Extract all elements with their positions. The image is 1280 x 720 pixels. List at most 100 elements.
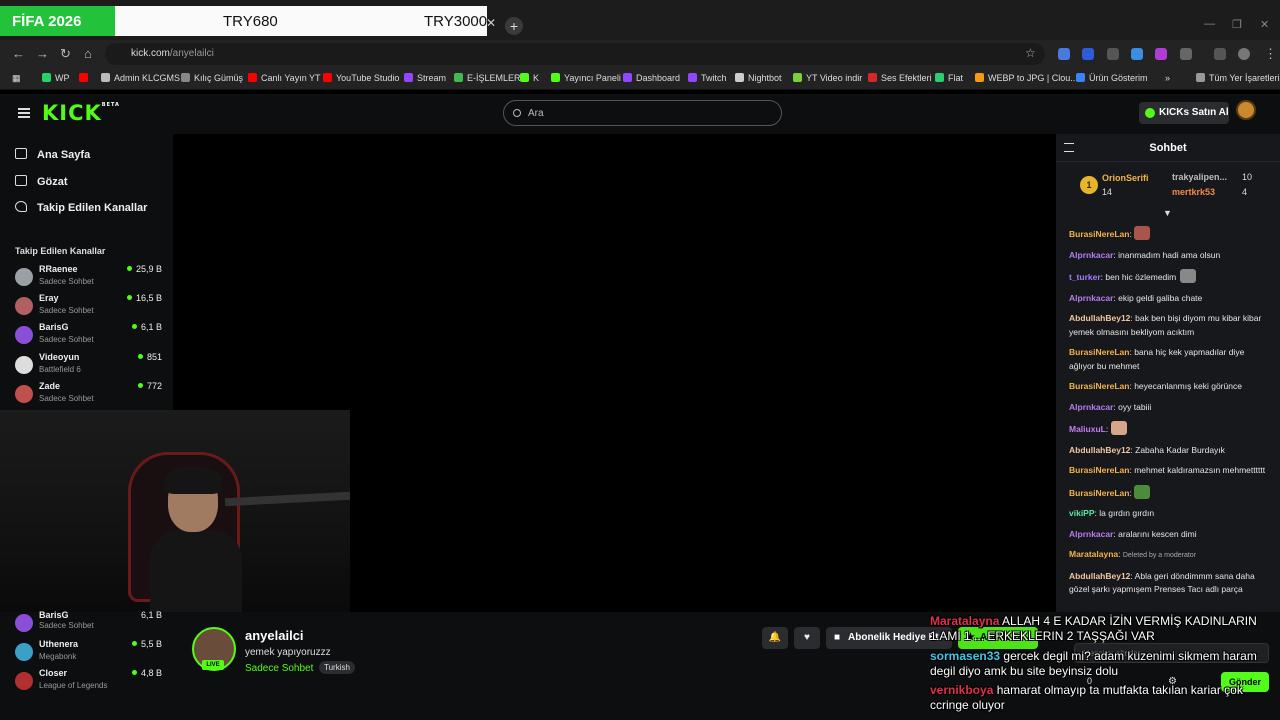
chat-username[interactable]: BurasiNereLan xyxy=(1069,347,1129,357)
bookmark-item[interactable]: Canlı Yayın YT xyxy=(248,73,321,83)
bookmark-item[interactable]: E-İŞLEMLER xyxy=(454,73,521,83)
profile-icon[interactable] xyxy=(1238,48,1250,60)
bookmark-item[interactable]: WP xyxy=(42,73,70,83)
followed-channel[interactable]: BarisG Sadece Sohbet 6,1 B xyxy=(15,322,165,350)
followed-channel[interactable]: BarisG Sadece Sohbet 6,1 B xyxy=(15,610,165,638)
bookmark-item[interactable]: YouTube Studio xyxy=(323,73,399,83)
chat-username[interactable]: AbdullahBey12 xyxy=(1069,571,1130,581)
extension-icon[interactable] xyxy=(1107,48,1119,60)
language-tag[interactable]: Turkish xyxy=(319,661,355,674)
apps-grid-icon[interactable]: ▦ xyxy=(12,73,21,84)
gift-leaderboard: 1 OrionSerifi 14 trakyalipen... 10 mertk… xyxy=(1056,164,1280,208)
notification-bell-icon[interactable]: 🔔 xyxy=(762,627,788,649)
avatar xyxy=(15,326,33,344)
chat-username[interactable]: Alprnkacar xyxy=(1069,402,1113,412)
extension-icon[interactable] xyxy=(1082,48,1094,60)
bookmark-item[interactable]: Admin KLCGMS xyxy=(101,73,180,83)
bookmark-item[interactable]: Ürün Gösterim xyxy=(1076,73,1148,83)
extensions-puzzle-icon[interactable] xyxy=(1180,48,1192,60)
bookmark-item[interactable]: Ses Efektleri xyxy=(868,73,932,83)
followed-channel[interactable]: Closer League of Legends 4,8 B xyxy=(15,668,165,696)
chat-username[interactable]: AbdullahBey12 xyxy=(1069,313,1130,323)
chat-username[interactable]: t_turker xyxy=(1069,272,1101,282)
viewer-count: 772 xyxy=(137,381,162,391)
bookmark-item[interactable]: Stream xyxy=(404,73,446,83)
minimize-icon[interactable]: — xyxy=(1204,18,1215,30)
browser-menu-icon[interactable]: ⋮ xyxy=(1264,46,1277,62)
leader-count: 14 xyxy=(1102,187,1113,197)
hamburger-menu-icon[interactable] xyxy=(18,108,30,118)
chat-username[interactable]: Alprnkacar xyxy=(1069,293,1113,303)
back-icon[interactable]: ← xyxy=(12,46,25,61)
translate-extension-icon[interactable] xyxy=(1058,48,1070,60)
chat-message: vikiPP: la gırdın gırdın xyxy=(1069,508,1155,518)
streamer-name[interactable]: anyelailci xyxy=(245,628,304,643)
chat-username[interactable]: AbdullahBey12 xyxy=(1069,445,1130,455)
nav-following[interactable]: Takip Edilen Kanallar xyxy=(15,201,147,214)
bookmark-item[interactable]: Yayıncı Paneli xyxy=(551,73,621,83)
followed-channel[interactable]: Videoyun Battlefield 6 851 xyxy=(15,352,165,380)
bookmark-item[interactable]: Nightbot xyxy=(735,73,782,83)
maximize-icon[interactable]: ❐ xyxy=(1232,18,1242,31)
download-icon[interactable] xyxy=(1131,48,1143,60)
bookmark-item[interactable]: Flat xyxy=(935,73,963,83)
stream-category[interactable]: Sadece Sohbet xyxy=(245,663,313,674)
chat-username[interactable]: BurasiNereLan xyxy=(1069,465,1129,475)
kick-logo[interactable]: KICKBETA xyxy=(42,101,120,125)
channel-category: Sadece Sohbet xyxy=(39,394,94,403)
nav-home[interactable]: Ana Sayfa xyxy=(15,148,90,161)
bookmark-item[interactable] xyxy=(79,73,92,83)
user-avatar[interactable] xyxy=(1236,100,1256,120)
stream-title: yemek yapıyoruzzz xyxy=(245,647,331,658)
channel-category: Sadece Sohbet xyxy=(39,277,94,286)
reload-icon[interactable]: ↻ xyxy=(60,46,71,62)
followed-channel[interactable]: Uthenera Megabonk 5,5 B xyxy=(15,639,165,667)
chat-username[interactable]: Alprnkacar xyxy=(1069,529,1113,539)
bookmark-star-icon[interactable]: ☆ xyxy=(1025,46,1036,60)
chat-username[interactable]: BurasiNereLan xyxy=(1069,488,1129,498)
media-icon[interactable] xyxy=(1214,48,1226,60)
channel-name: Closer xyxy=(39,668,68,678)
chat-username[interactable]: vikiPP xyxy=(1069,508,1095,518)
chat-username[interactable]: Maratalayna xyxy=(1069,549,1118,559)
buy-kicks-button[interactable]: KICKs Satın Al xyxy=(1139,102,1229,124)
new-tab-button[interactable]: + xyxy=(505,17,523,35)
emote-icon xyxy=(1134,484,1151,499)
bookmark-item[interactable]: Kılıç Gümüş xyxy=(181,73,243,83)
bookmark-item[interactable]: K xyxy=(520,73,539,83)
chat-username[interactable]: BurasiNereLan xyxy=(1069,229,1129,239)
close-tab-icon[interactable]: ✕ xyxy=(486,16,496,30)
leader-name[interactable]: trakyalipen... xyxy=(1172,172,1227,182)
nav-browse[interactable]: Gözat xyxy=(15,175,68,188)
extension-icon[interactable] xyxy=(1155,48,1167,60)
expand-leaderboard-icon[interactable]: ▼ xyxy=(1163,208,1172,218)
banner-price-right: TRY3000 xyxy=(424,13,488,30)
leader-name[interactable]: mertkrk53 xyxy=(1172,187,1215,197)
chat-settings-icon[interactable]: ⚙ xyxy=(1168,676,1177,687)
followed-channel[interactable]: RRaenee Sadece Sohbet 25,9 B xyxy=(15,264,165,292)
bookmark-item[interactable]: Dashboard xyxy=(623,73,680,83)
viewer-count: 4,8 B xyxy=(131,668,162,678)
chat-username[interactable]: BurasiNereLan xyxy=(1069,381,1129,391)
chat-message: Alprnkacar: aralarını kescen dimi xyxy=(1069,528,1197,539)
bookmark-item[interactable]: Twitch xyxy=(688,73,727,83)
followed-channel[interactable]: Eray Sadece Sohbet 16,5 B xyxy=(15,293,165,321)
forward-icon[interactable]: → xyxy=(36,46,49,61)
kick-header: KICKBETA Ara KICKs Satın Al xyxy=(0,94,1280,134)
close-window-icon[interactable]: ✕ xyxy=(1260,18,1269,31)
collapse-chat-icon[interactable] xyxy=(1064,143,1074,152)
chat-title: Sohbet xyxy=(1149,142,1187,154)
home-icon[interactable]: ⌂ xyxy=(84,46,92,61)
leader-name[interactable]: OrionSerifi xyxy=(1102,173,1149,183)
bookmark-item[interactable]: WEBP to JPG | Clou... xyxy=(975,73,1078,83)
followed-channel[interactable]: Zade Sadece Sohbet 772 xyxy=(15,381,165,409)
avatar xyxy=(15,643,33,661)
chat-username[interactable]: MaliuxuL xyxy=(1069,424,1106,434)
search-input[interactable]: Ara xyxy=(503,100,782,126)
all-bookmarks-folder[interactable]: Tüm Yer İşaretleri xyxy=(1196,73,1280,83)
follow-heart-icon[interactable]: ♥ xyxy=(794,627,820,649)
chat-username[interactable]: Alprnkacar xyxy=(1069,250,1113,260)
bookmark-item[interactable]: YT Video indir xyxy=(793,73,862,83)
address-bar[interactable]: kick.com/anyelailci xyxy=(105,43,1045,65)
more-bookmarks-button[interactable]: » xyxy=(1165,73,1170,83)
